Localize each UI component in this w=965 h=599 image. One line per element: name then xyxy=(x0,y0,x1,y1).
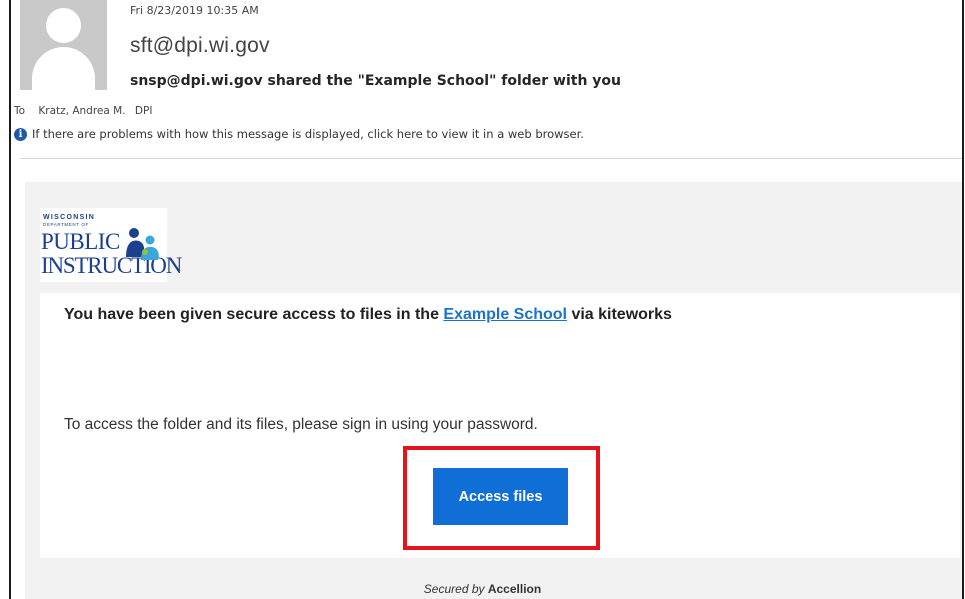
display-notice[interactable]: i If there are problems with how this me… xyxy=(14,127,584,141)
window-border-right xyxy=(962,0,964,599)
sign-in-instruction: To access the folder and its files, plea… xyxy=(64,416,538,433)
dpi-logo: WISCONSIN DEPARTMENT OF PUBLIC INSTRUCTI… xyxy=(40,208,182,282)
info-icon: i xyxy=(14,127,27,141)
recipient-org: DPI xyxy=(134,105,153,117)
footer-prefix: Secured by xyxy=(423,582,488,596)
display-notice-text[interactable]: If there are problems with how this mess… xyxy=(32,127,584,141)
logo-line-department: DEPARTMENT OF xyxy=(43,222,89,227)
header-divider xyxy=(20,158,962,159)
headline-text-post: via kiteworks xyxy=(567,306,672,323)
recipient-name[interactable]: Kratz, Andrea M. xyxy=(38,105,125,117)
logo-line-wisconsin: WISCONSIN xyxy=(43,214,96,221)
headline-text-pre: You have been given secure access to fil… xyxy=(64,306,444,323)
avatar-head xyxy=(46,8,81,43)
to-label: To xyxy=(14,105,26,117)
footer-brand: Accellion xyxy=(487,582,542,596)
message-date: Fri 8/23/2019 10:35 AM xyxy=(130,4,259,17)
logo-line-public: PUBLIC xyxy=(41,229,120,254)
avatar-body xyxy=(32,47,95,90)
sender-avatar xyxy=(20,0,107,90)
logo-figures-icon xyxy=(126,228,159,260)
folder-link[interactable]: Example School xyxy=(443,306,567,323)
window-border-left xyxy=(9,0,11,599)
recipient-line: To Kratz, Andrea M. DPI xyxy=(14,105,152,117)
access-files-button[interactable]: Access files xyxy=(433,468,568,525)
access-headline: You have been given secure access to fil… xyxy=(64,306,672,324)
message-sender[interactable]: sft@dpi.wi.gov xyxy=(130,34,270,58)
secured-footer: Secured by Accellion xyxy=(0,582,965,596)
message-subject: snsp@dpi.wi.gov shared the "Example Scho… xyxy=(130,73,622,89)
